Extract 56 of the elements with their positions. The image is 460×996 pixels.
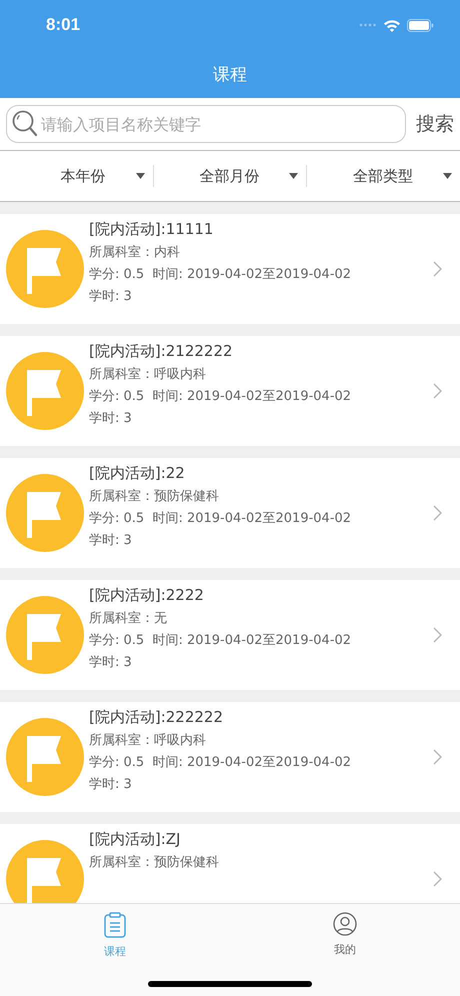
chevron-right-icon xyxy=(433,627,442,643)
credit-time-text: 学分: 0.5 时间: 2019-04-02至2019-04-02 xyxy=(89,266,352,283)
filter-dropdown[interactable]: 本年份 xyxy=(0,166,153,186)
flag-icon xyxy=(6,596,84,674)
search-field[interactable]: 请输入项目名称关键字 xyxy=(6,105,406,143)
department-text: 所属科室：预防保健科 xyxy=(89,488,220,505)
filter-dropdown[interactable]: 全部月份 xyxy=(154,166,306,186)
status-time: 8:01 xyxy=(46,15,80,35)
hours-text: 学时: 3 xyxy=(89,288,133,305)
course-card[interactable]: [院内活动]:ZJ 所属科室：预防保健科 xyxy=(0,824,460,903)
chevron-right-icon xyxy=(433,505,442,521)
signal-icon xyxy=(359,23,377,27)
course-card[interactable]: [院内活动]:2222 所属科室：无 学分: 0.5 时间: 2019-04-02至2019-04-02 学时: 3 xyxy=(0,580,460,690)
course-title: [院内活动]:22 xyxy=(89,464,186,483)
chevron-right-icon xyxy=(433,749,442,765)
flag-icon xyxy=(6,352,84,430)
dropdown-caret-icon xyxy=(443,173,452,179)
battery-icon xyxy=(407,18,434,32)
search-button[interactable]: 搜索 xyxy=(416,111,454,137)
credit-time-text: 学分: 0.5 时间: 2019-04-02至2019-04-02 xyxy=(89,754,352,771)
course-title: [院内活动]:2122222 xyxy=(89,342,234,361)
course-title: [院内活动]:222222 xyxy=(89,708,224,727)
dropdown-caret-icon xyxy=(136,173,145,179)
department-text: 所属科室：预防保健科 xyxy=(89,854,220,871)
filter-dropdown[interactable]: 全部类型 xyxy=(307,166,460,186)
page-title: 课程 xyxy=(213,64,247,86)
flag-icon xyxy=(6,718,84,796)
tab-item[interactable]: 我的 xyxy=(230,904,460,958)
course-title: [院内活动]:ZJ xyxy=(89,830,182,849)
course-card[interactable]: [院内活动]:222222 所属科室：呼吸内科 学分: 0.5 时间: 2019-04-02至2019-04-02 学时: 3 xyxy=(0,702,460,812)
wifi-icon xyxy=(383,18,401,32)
hours-text: 学时: 3 xyxy=(89,654,133,671)
department-text: 所属科室：无 xyxy=(89,610,168,627)
department-text: 所属科室：呼吸内科 xyxy=(89,366,207,383)
chevron-right-icon xyxy=(433,261,442,277)
department-text: 所属科室：呼吸内科 xyxy=(89,732,207,749)
chevron-right-icon xyxy=(433,383,442,399)
flag-icon xyxy=(6,474,84,552)
search-icon xyxy=(12,110,38,138)
course-card[interactable]: [院内活动]:2122222 所属科室：呼吸内科 学分: 0.5 时间: 2019-04-02至2019-04-02 学时: 3 xyxy=(0,336,460,446)
chevron-right-icon xyxy=(433,871,442,887)
credit-time-text: 学分: 0.5 时间: 2019-04-02至2019-04-02 xyxy=(89,388,352,405)
hours-text: 学时: 3 xyxy=(89,410,133,427)
hours-text: 学时: 3 xyxy=(89,776,133,793)
course-card[interactable]: [院内活动]:11111 所属科室：内科 学分: 0.5 时间: 2019-04-02至2019-04-02 学时: 3 xyxy=(0,214,460,324)
flag-icon xyxy=(6,230,84,308)
dropdown-caret-icon xyxy=(289,173,298,179)
user-icon xyxy=(333,912,357,936)
hours-text: 学时: 3 xyxy=(89,532,133,549)
credit-time-text: 学分: 0.5 时间: 2019-04-02至2019-04-02 xyxy=(89,510,352,527)
course-title: [院内活动]:2222 xyxy=(89,586,205,605)
clipboard-icon xyxy=(104,912,126,938)
department-text: 所属科室：内科 xyxy=(89,244,181,261)
credit-time-text: 学分: 0.5 时间: 2019-04-02至2019-04-02 xyxy=(89,632,352,649)
course-title: [院内活动]:11111 xyxy=(89,220,214,239)
course-card[interactable]: [院内活动]:22 所属科室：预防保健科 学分: 0.5 时间: 2019-04-02至2019-04-02 学时: 3 xyxy=(0,458,460,568)
